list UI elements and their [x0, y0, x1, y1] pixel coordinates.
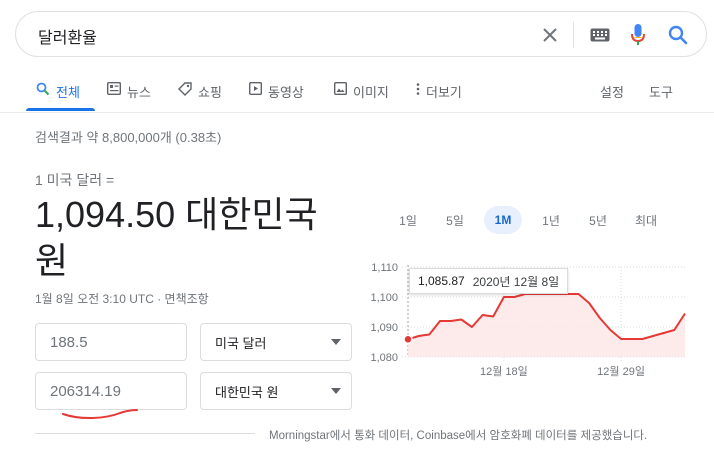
range-5d[interactable]: 5일: [437, 206, 473, 234]
clear-icon[interactable]: [538, 12, 562, 58]
tab-shopping[interactable]: 쇼핑: [178, 76, 222, 112]
currency-from-select[interactable]: 미국 달러: [200, 323, 352, 361]
video-icon: [249, 82, 262, 95]
range-max[interactable]: 최대: [628, 206, 664, 234]
tools-label: 도구: [649, 85, 673, 100]
y-tick-label: 1,100: [370, 292, 398, 304]
tab-all[interactable]: 전체: [36, 76, 80, 112]
currency-from-label: 미국 달러: [215, 335, 267, 351]
tab-more-label: 더보기: [426, 85, 462, 100]
tab-videos-label: 동영상: [268, 85, 304, 100]
tooltip-date: 2020년 12월 8일: [472, 274, 560, 289]
tag-icon: [178, 82, 192, 96]
tabs-divider: [0, 112, 714, 113]
chart-range-selector: 1일 5일 1M 1년 5년 최대: [390, 206, 680, 234]
converter-result: 1,094.50 대한민국 원: [35, 194, 318, 281]
tab-all-label: 전체: [56, 85, 80, 100]
x-tick-label: 12월 29일: [597, 364, 645, 378]
tab-news-label: 뉴스: [127, 85, 151, 100]
tooltip-value: 1,085.87: [418, 274, 465, 288]
range-1d[interactable]: 1일: [390, 206, 426, 234]
y-tick-label: 1,090: [370, 322, 398, 334]
search-divider: [573, 22, 574, 48]
chart-tooltip: 1,085.87 2020년 12월 8일: [409, 268, 569, 294]
currency-to-select[interactable]: 대한민국 원: [200, 372, 352, 410]
search-icon: [36, 82, 50, 96]
tab-images[interactable]: 이미지: [334, 76, 389, 112]
range-1y[interactable]: 1년: [533, 206, 569, 234]
footer-divider: [35, 433, 255, 434]
microphone-icon[interactable]: [627, 12, 649, 58]
tab-videos[interactable]: 동영상: [249, 76, 304, 112]
result-stats: 검색결과 약 8,800,000개 (0.38초): [35, 130, 222, 145]
settings-label: 설정: [600, 85, 624, 100]
y-tick-label: 1,080: [370, 352, 398, 364]
range-1m[interactable]: 1M: [484, 206, 522, 234]
chevron-down-icon: [331, 339, 341, 345]
chevron-down-icon: [331, 388, 341, 394]
news-icon: [107, 82, 121, 95]
series-area: [408, 294, 685, 357]
search-bar[interactable]: 달러환율: [15, 11, 707, 57]
tab-news[interactable]: 뉴스: [107, 76, 151, 112]
keyboard-icon[interactable]: [588, 12, 612, 58]
x-tick-label: 12월 18일: [480, 364, 528, 378]
data-source-note: Morningstar에서 통화 데이터, Coinbase에서 암호화폐 데이…: [269, 430, 648, 442]
converter-timestamp: 1월 8일 오전 3:10 UTC · 면책조항: [35, 292, 209, 306]
range-5y[interactable]: 5년: [580, 206, 616, 234]
tab-images-label: 이미지: [353, 85, 389, 100]
highlight-point: [403, 334, 413, 345]
converter-from-text: 1 미국 달러 =: [35, 172, 115, 188]
more-vert-icon: [416, 83, 420, 95]
active-tab-indicator: [26, 108, 95, 111]
tools-link[interactable]: 도구: [649, 76, 673, 112]
search-tabs: 전체 뉴스 쇼핑 동영상 이미지 더보기 설정 도구: [0, 76, 714, 112]
handwritten-underline-annotation: [62, 409, 138, 419]
search-icon[interactable]: [666, 12, 690, 58]
settings-link[interactable]: 설정: [600, 76, 624, 112]
amount-from-input[interactable]: 188.5: [35, 323, 187, 361]
image-icon: [334, 82, 347, 95]
tab-shopping-label: 쇼핑: [198, 85, 222, 100]
tab-more[interactable]: 더보기: [416, 76, 462, 112]
currency-to-label: 대한민국 원: [215, 384, 279, 400]
y-tick-label: 1,110: [371, 262, 398, 274]
search-input[interactable]: 달러환율: [38, 24, 97, 48]
